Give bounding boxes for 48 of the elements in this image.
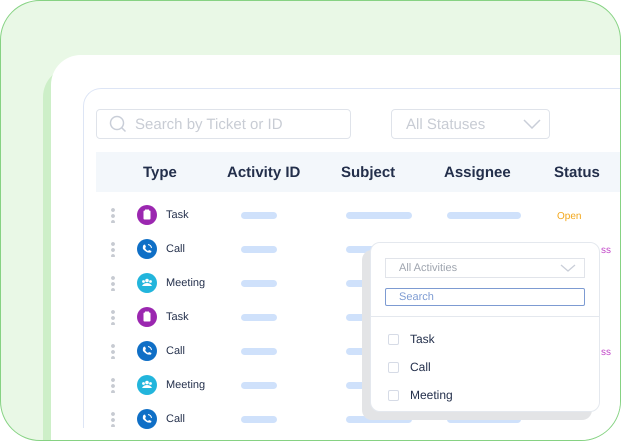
- drag-handle-icon[interactable]: [110, 377, 114, 393]
- placeholder-bar: [241, 348, 277, 354]
- table-cell: Call: [166, 413, 185, 425]
- checkbox[interactable]: [388, 390, 399, 400]
- column-header: Subject: [340, 164, 396, 180]
- phone-icon: [137, 409, 157, 429]
- checkbox[interactable]: [388, 362, 399, 372]
- drag-handle-icon[interactable]: [110, 343, 114, 359]
- clipboard-icon: [137, 307, 157, 327]
- search-field[interactable]: Search: [385, 288, 585, 306]
- people-icon: [137, 375, 157, 395]
- drag-handle-icon[interactable]: [110, 411, 114, 427]
- placeholder-bar: [241, 280, 277, 286]
- option-label[interactable]: Meeting: [410, 388, 453, 402]
- table-cell: Call: [166, 243, 185, 255]
- placeholder-bar: [241, 314, 277, 320]
- table-cell: Call: [166, 345, 185, 357]
- placeholder-bar: [241, 246, 277, 252]
- column-header: Type: [142, 164, 178, 180]
- dropdown-placeholder: All Activities: [399, 262, 458, 274]
- column-header: Assignee: [443, 164, 512, 180]
- table-cell: Meeting: [166, 379, 206, 391]
- table-cell: Task: [166, 311, 189, 323]
- table-cell: Meeting: [166, 277, 206, 289]
- table-cell: Task: [166, 209, 189, 221]
- drag-handle-icon[interactable]: [110, 207, 114, 223]
- option-label[interactable]: Call: [410, 360, 431, 374]
- status-label: ss: [600, 347, 611, 358]
- drag-handle-icon[interactable]: [110, 275, 114, 291]
- column-header: Activity ID: [226, 164, 302, 180]
- phone-icon: [137, 341, 157, 361]
- status-label: Open: [556, 211, 582, 222]
- status-label: ss: [600, 245, 611, 256]
- placeholder-bar: [241, 416, 277, 422]
- chevron-down-icon: [560, 264, 576, 272]
- search-icon: [109, 115, 127, 133]
- placeholder-bar: [346, 212, 412, 218]
- clipboard-icon: [137, 205, 157, 225]
- drag-handle-icon[interactable]: [110, 241, 114, 257]
- placeholder-bar: [241, 382, 277, 388]
- drag-handle-icon[interactable]: [110, 309, 114, 325]
- phone-icon: [137, 239, 157, 259]
- placeholder-bar: [241, 212, 277, 218]
- chevron-down-icon: [523, 119, 541, 129]
- checkbox[interactable]: [388, 334, 399, 344]
- people-icon: [137, 273, 157, 293]
- column-header: Status: [553, 164, 601, 180]
- option-label[interactable]: Task: [410, 332, 435, 346]
